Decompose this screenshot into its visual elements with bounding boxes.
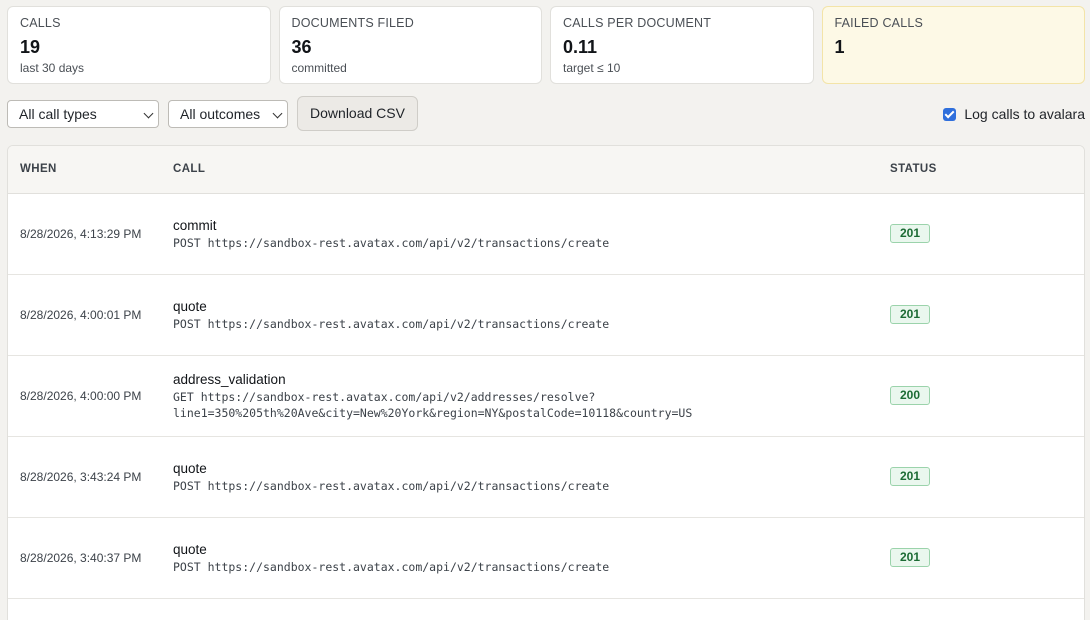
stat-label: CALLS PER DOCUMENT <box>563 16 712 30</box>
stat-subtext: last 30 days <box>20 61 85 75</box>
call-name: address_validation <box>173 372 286 387</box>
call-request: POST https://sandbox-rest.avatax.com/api… <box>173 479 610 493</box>
stat-label: FAILED CALLS <box>834 16 924 30</box>
filter-toolbar: All call types All outcomes Download CSV… <box>7 96 1085 132</box>
call-type-select[interactable]: All call types <box>7 100 159 128</box>
table-row[interactable]: 8/28/2026, 3:40:37 PM quote POST https:/… <box>8 518 1084 599</box>
row-call: quote POST https://sandbox-rest.avatax.c… <box>173 275 873 355</box>
status-badge: 201 <box>890 467 931 486</box>
stat-card-calls: CALLS 19 last 30 days <box>7 6 271 84</box>
row-call: quote POST https://sandbox-rest.avatax.c… <box>173 518 873 598</box>
row-call: address_validation GET https://sandbox-r… <box>173 356 873 436</box>
log-calls-label: Log calls to avalara <box>964 106 1085 122</box>
column-header-call: CALL <box>173 163 206 175</box>
call-request: POST https://sandbox-rest.avatax.com/api… <box>173 560 610 574</box>
call-name: quote <box>173 542 207 557</box>
table-row[interactable]: 8/28/2026, 4:13:29 PM commit POST https:… <box>8 194 1084 275</box>
table-row[interactable]: 8/28/2026, 4:00:00 PM address_validation… <box>8 356 1084 437</box>
row-when: 8/28/2026, 4:13:29 PM <box>20 227 142 241</box>
stat-subtext: target ≤ 10 <box>563 61 621 75</box>
status-badge: 201 <box>890 224 931 243</box>
stat-value: 0.11 <box>563 37 598 57</box>
stat-card-failed-calls: FAILED CALLS 1 <box>821 6 1085 84</box>
column-header-when: WHEN <box>20 163 57 175</box>
stat-label: DOCUMENTS FILED <box>291 16 414 30</box>
table-header: WHEN CALL STATUS <box>8 146 1084 194</box>
log-calls-checkbox[interactable] <box>943 107 957 121</box>
calls-table: WHEN CALL STATUS 8/28/2026, 4:13:29 PM c… <box>7 145 1085 620</box>
stat-label: CALLS <box>20 16 61 30</box>
row-when: 8/28/2026, 4:00:01 PM <box>20 308 142 322</box>
row-call: commit POST https://sandbox-rest.avatax.… <box>173 194 873 274</box>
call-request: GET https://sandbox-rest.avatax.com/api/… <box>173 390 693 420</box>
stats-bar: CALLS 19 last 30 days DOCUMENTS FILED 36… <box>7 6 1085 84</box>
table-row[interactable]: 8/28/2026, 4:00:01 PM quote POST https:/… <box>8 275 1084 356</box>
outcome-select-value: All outcomes <box>180 106 261 122</box>
outcome-select[interactable]: All outcomes <box>168 100 288 128</box>
call-request: POST https://sandbox-rest.avatax.com/api… <box>173 317 610 331</box>
chevron-down-icon <box>143 108 154 119</box>
row-when: 8/28/2026, 3:40:37 PM <box>20 551 142 565</box>
download-csv-button[interactable]: Download CSV <box>297 96 418 131</box>
row-when: 8/28/2026, 3:43:24 PM <box>20 470 142 484</box>
status-badge: 201 <box>890 305 931 324</box>
stat-card-calls-per-document: CALLS PER DOCUMENT 0.11 target ≤ 10 <box>550 6 814 84</box>
table-row[interactable]: 8/28/2026, 3:43:24 PM quote POST https:/… <box>8 437 1084 518</box>
stat-card-documents-filed: DOCUMENTS FILED 36 committed <box>278 6 542 84</box>
status-badge: 200 <box>890 386 931 405</box>
row-when: 8/28/2026, 4:00:00 PM <box>20 389 142 403</box>
chevron-down-icon <box>272 108 283 119</box>
call-name: commit <box>173 218 217 233</box>
stat-value: 1 <box>834 37 845 57</box>
call-type-select-value: All call types <box>19 106 97 122</box>
call-name: quote <box>173 461 207 476</box>
stat-value: 19 <box>20 37 41 57</box>
status-badge: 201 <box>890 548 931 567</box>
stat-value: 36 <box>291 37 312 57</box>
row-call: quote POST https://sandbox-rest.avatax.c… <box>173 437 873 517</box>
call-request: POST https://sandbox-rest.avatax.com/api… <box>173 236 610 250</box>
log-calls-toggle[interactable]: Log calls to avalara <box>943 105 1085 123</box>
call-name: quote <box>173 299 207 314</box>
column-header-status: STATUS <box>890 163 937 175</box>
stat-subtext: committed <box>291 61 347 75</box>
